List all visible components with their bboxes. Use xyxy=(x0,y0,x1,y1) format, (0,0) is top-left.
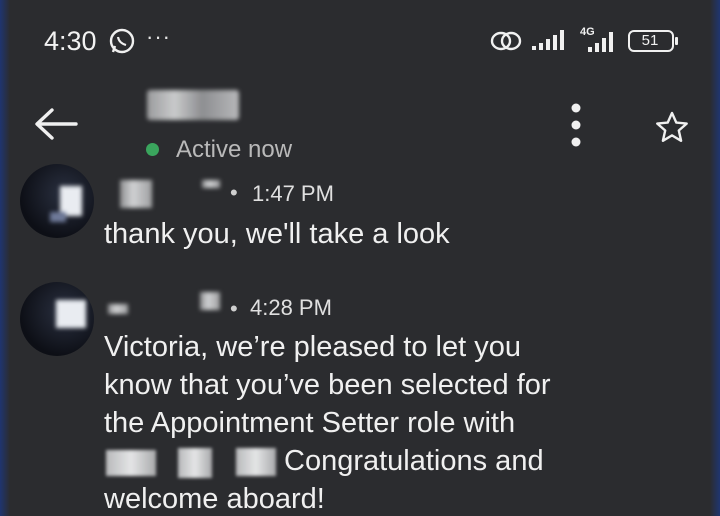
signal-4g-icon: 4G xyxy=(580,26,613,52)
company-name-redacted xyxy=(236,448,276,476)
star-icon[interactable] xyxy=(654,110,690,144)
message-time: 1:47 PM xyxy=(252,181,334,206)
message-line: know that you’ve been selected for xyxy=(104,369,551,401)
message-time: 4:28 PM xyxy=(250,295,332,320)
avatar[interactable] xyxy=(20,164,94,238)
sender-name-redacted xyxy=(108,304,128,314)
sender-name-redacted xyxy=(202,180,220,188)
status-time: 4:30 xyxy=(44,26,97,56)
link-icon xyxy=(490,31,522,51)
battery-level: 51 xyxy=(641,32,659,49)
message-line: Victoria, we’re pleased to let you xyxy=(104,331,521,363)
message-line: Congratulations and xyxy=(284,445,544,477)
chat-screen: 4:30 ··· 4G 51 Active now • 1:47 PM than… xyxy=(0,0,720,516)
message-line: welcome aboard! xyxy=(104,483,325,515)
company-name-redacted xyxy=(178,448,212,478)
avatar[interactable] xyxy=(20,282,94,356)
presence-dot xyxy=(146,143,159,156)
message-text: thank you, we'll take a look xyxy=(104,218,450,250)
status-bar: 4:30 ··· 4G 51 xyxy=(0,0,720,80)
whatsapp-icon xyxy=(109,28,135,54)
presence-status: Active now xyxy=(176,136,293,163)
contact-name-redacted[interactable] xyxy=(147,90,239,120)
separator-dot: • xyxy=(230,180,238,205)
back-arrow-icon[interactable] xyxy=(30,104,80,144)
sender-name-redacted xyxy=(200,292,220,310)
signal-icon xyxy=(532,30,564,50)
sender-name-redacted xyxy=(120,180,152,208)
separator-dot: • xyxy=(230,296,238,321)
more-notifications-icon: ··· xyxy=(146,24,171,49)
message-line: the Appointment Setter role with xyxy=(104,407,516,439)
network-label: 4G xyxy=(580,26,595,38)
kebab-menu-icon[interactable] xyxy=(564,100,588,150)
company-name-redacted xyxy=(106,450,156,476)
